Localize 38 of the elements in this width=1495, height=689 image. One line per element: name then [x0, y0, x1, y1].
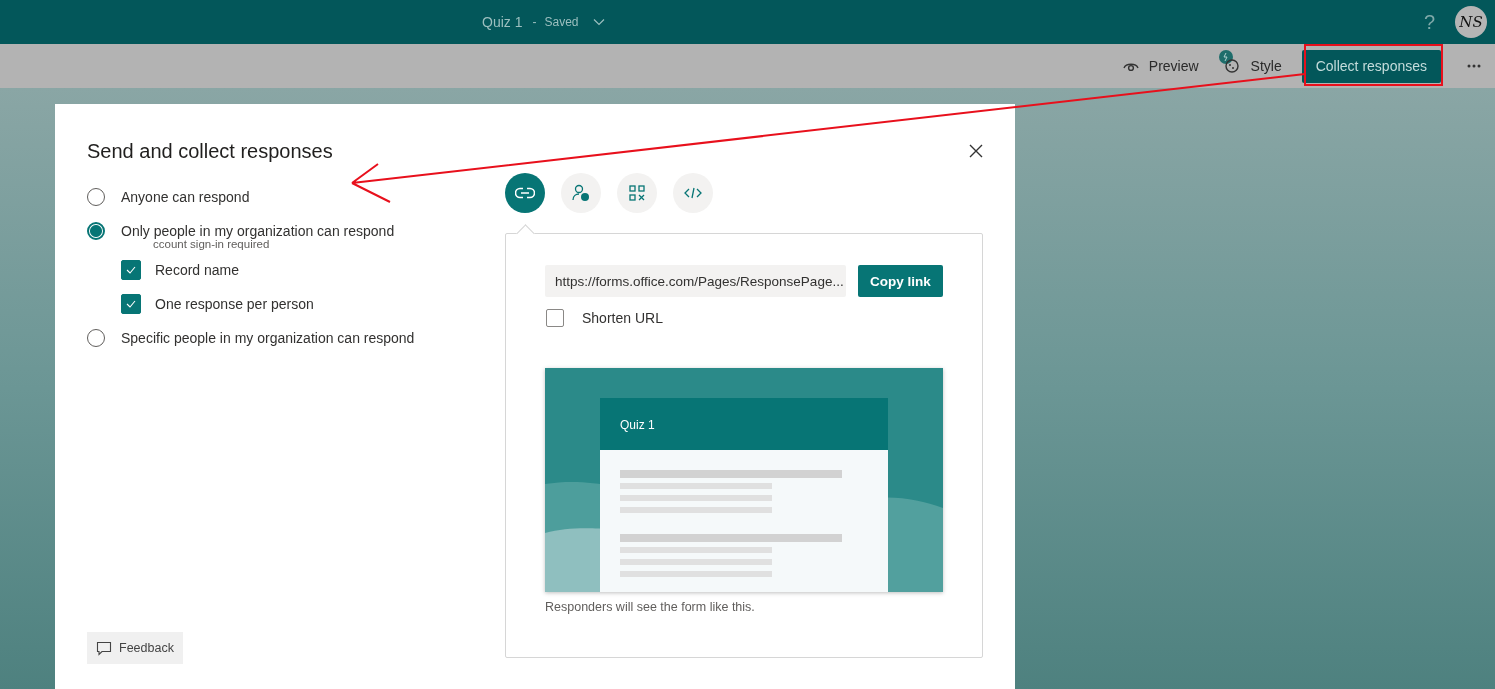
speech-bubble-icon: [96, 640, 112, 656]
palette-icon[interactable]: [1218, 49, 1241, 75]
chevron-down-icon[interactable]: [592, 18, 605, 26]
dialog-title: Send and collect responses: [87, 139, 333, 163]
checkbox-label[interactable]: Record name: [155, 262, 240, 278]
user-avatar[interactable]: NS: [1455, 6, 1487, 38]
feedback-button[interactable]: Feedback: [87, 632, 183, 664]
person-icon: [572, 184, 590, 202]
more-options-icon[interactable]: [1467, 64, 1481, 68]
checkbox-label[interactable]: One response per person: [155, 296, 314, 312]
checkbox[interactable]: [546, 309, 564, 327]
close-icon[interactable]: [969, 144, 983, 158]
checkmark-icon: [126, 300, 136, 308]
checkbox-label[interactable]: Shorten URL: [582, 310, 663, 326]
preview-form-title: Quiz 1: [620, 418, 655, 432]
code-icon: [684, 187, 702, 199]
checkbox[interactable]: [121, 294, 141, 314]
checkmark-icon: [126, 266, 136, 274]
share-tab[interactable]: [505, 173, 545, 213]
checkbox[interactable]: [121, 260, 141, 280]
save-status[interactable]: Saved: [544, 15, 579, 29]
share-tab[interactable]: [561, 173, 601, 213]
link-icon: [515, 187, 535, 199]
url-field[interactable]: https://forms.office.com/Pages/ResponsePage...: [545, 265, 846, 297]
radio-label[interactable]: Specific people in my organization can respond: [121, 330, 415, 346]
radio-button[interactable]: [87, 222, 105, 240]
share-tab[interactable]: [617, 173, 657, 213]
style-button[interactable]: Style: [1250, 58, 1282, 74]
qr-code-icon: [629, 185, 645, 201]
radio-label[interactable]: Anyone can respond: [121, 189, 250, 205]
option-note: ccount sign-in required: [153, 238, 270, 250]
radio-label[interactable]: Only people in my organization can respond: [121, 223, 395, 239]
form-title: Quiz 1: [482, 14, 523, 30]
preview-button[interactable]: Preview: [1148, 58, 1199, 74]
preview-caption: Responders will see the form like this.: [545, 600, 756, 614]
collect-responses-button[interactable]: Collect responses: [1301, 49, 1441, 83]
copy-link-button[interactable]: Copy link: [858, 265, 943, 297]
title-separator: -: [532, 15, 537, 29]
